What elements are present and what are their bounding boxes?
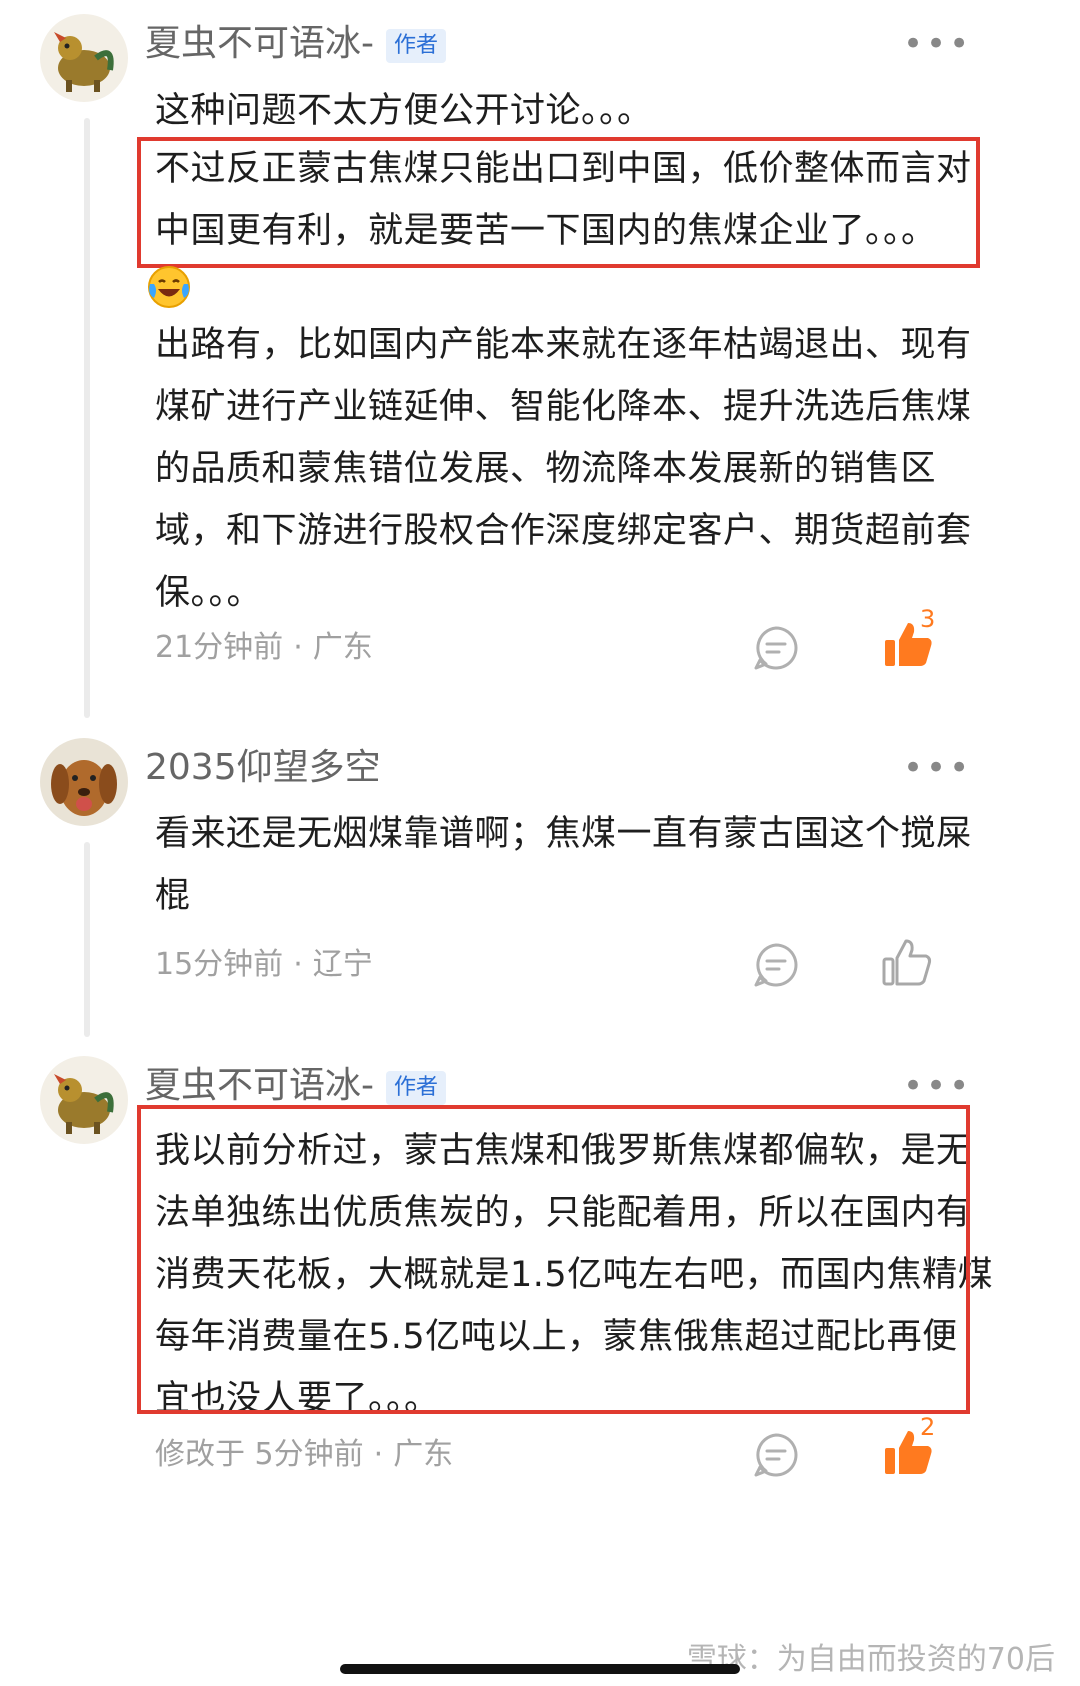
reply-button[interactable] bbox=[752, 941, 800, 993]
thumbs-up-outline-icon bbox=[882, 939, 932, 986]
comment-text: 出路有，比如国内产能本来就在逐年枯竭退出、现有 煤矿进行产业链延伸、智能化降本、… bbox=[155, 314, 1045, 624]
comment-line: 这种问题不太方便公开讨论。。。 bbox=[155, 91, 653, 131]
timestamp: 5分钟前 bbox=[254, 1437, 364, 1472]
comment-line: 煤矿进行产业链延伸、智能化降本、提升洗选后焦煤 bbox=[155, 387, 972, 427]
reply-button[interactable] bbox=[752, 624, 800, 676]
author-name[interactable]: 夏虫不可语冰- bbox=[145, 21, 374, 67]
thread-line bbox=[84, 118, 90, 718]
location: 广东 bbox=[393, 1437, 454, 1472]
edited-label: 修改于 bbox=[155, 1437, 245, 1472]
more-options-button[interactable]: ••• bbox=[903, 1069, 972, 1103]
more-options-button[interactable]: ••• bbox=[903, 751, 972, 785]
author-name[interactable]: 夏虫不可语冰- bbox=[145, 1063, 374, 1109]
comment-line: 保。。。 bbox=[155, 573, 263, 613]
avatar-kirin-icon bbox=[40, 1056, 128, 1144]
comment-meta: 21分钟前 · 广东 bbox=[155, 628, 373, 668]
reply-button[interactable] bbox=[752, 1431, 800, 1483]
comment-line: 域，和下游进行股权合作深度绑定客户、期货超前套 bbox=[155, 511, 972, 551]
separator: · bbox=[293, 630, 303, 665]
author-name[interactable]: 2035仰望多空 bbox=[145, 745, 381, 791]
home-indicator[interactable] bbox=[340, 1664, 740, 1674]
laughing-crying-emoji-icon bbox=[146, 264, 192, 314]
watermark: 雪球：为自由而投资的70后 bbox=[687, 1640, 1055, 1680]
comment-line: 的品质和蒙焦错位发展、物流降本发展新的销售区 bbox=[155, 449, 937, 489]
comment-meta: 修改于 5分钟前 · 广东 bbox=[155, 1435, 453, 1475]
comment-line: 看来还是无烟煤靠谱啊；焦煤一直有蒙古国这个搅屎 bbox=[155, 814, 972, 854]
avatar[interactable] bbox=[40, 1056, 128, 1144]
comment-line: 出路有，比如国内产能本来就在逐年枯竭退出、现有 bbox=[155, 325, 972, 365]
watermark-text: 雪球：为自由而投资的70后 bbox=[686, 1642, 1055, 1677]
separator: · bbox=[293, 947, 303, 982]
highlight-box bbox=[137, 1105, 970, 1414]
comment-meta: 15分钟前 · 辽宁 bbox=[155, 945, 373, 985]
location: 辽宁 bbox=[312, 947, 373, 982]
like-count: 3 bbox=[920, 605, 936, 633]
timestamp: 21分钟前 bbox=[155, 630, 284, 665]
highlight-box bbox=[137, 137, 980, 268]
avatar-dog-icon bbox=[40, 738, 128, 826]
timestamp: 15分钟前 bbox=[155, 947, 284, 982]
author-badge: 作者 bbox=[386, 1071, 447, 1105]
avatar[interactable] bbox=[40, 14, 128, 102]
thread-line bbox=[84, 842, 90, 1037]
reply-bubble-icon bbox=[754, 1433, 798, 1477]
like-button[interactable] bbox=[880, 936, 934, 994]
separator: · bbox=[373, 1437, 384, 1472]
avatar[interactable] bbox=[40, 738, 128, 826]
avatar-kirin-icon bbox=[40, 14, 128, 102]
like-count: 2 bbox=[920, 1413, 936, 1441]
more-options-button[interactable]: ••• bbox=[903, 27, 972, 61]
comment-text: 看来还是无烟煤靠谱啊；焦煤一直有蒙古国这个搅屎 棍 bbox=[155, 803, 1045, 927]
location: 广东 bbox=[312, 630, 373, 665]
comment-line: 棍 bbox=[155, 876, 191, 916]
author-badge: 作者 bbox=[386, 29, 447, 63]
reply-bubble-icon bbox=[754, 943, 798, 987]
reply-bubble-icon bbox=[754, 626, 798, 670]
